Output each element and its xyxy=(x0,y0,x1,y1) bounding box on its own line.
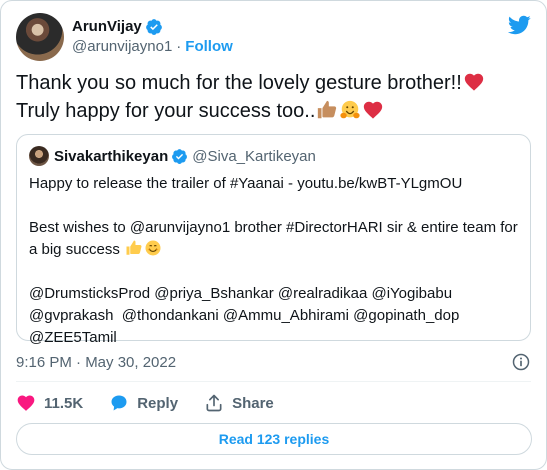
quoted-tweet[interactable]: Sivakarthikeyan @Siva_Kartikeyan Happy t… xyxy=(16,134,531,346)
tweet-line-1-text: Thank you so much for the lovely gesture… xyxy=(16,72,462,94)
quoted-spacer-2 xyxy=(29,261,518,283)
quoted-para-2-line-2-text: a big success xyxy=(29,241,120,258)
heart-icon xyxy=(17,395,35,411)
tweet-line-2: Truly happy for your success too.. xyxy=(16,97,531,125)
quoted-para-2-line-2: a big success xyxy=(29,239,518,261)
follow-button[interactable]: Follow xyxy=(185,37,233,57)
tweet-line-1: Thank you so much for the lovely gesture… xyxy=(16,69,531,97)
quoted-header: Sivakarthikeyan @Siva_Kartikeyan xyxy=(29,145,518,167)
share-label: Share xyxy=(232,394,274,412)
red-heart-icon xyxy=(464,73,483,91)
share-icon xyxy=(206,394,222,412)
separator-dot: · xyxy=(176,38,182,55)
tweet-header: ArunVijay @arunvijayno1 · Follow xyxy=(16,13,531,61)
author-info: ArunVijay @arunvijayno1 · Follow xyxy=(72,17,233,57)
quoted-para-3-line-1: @DrumsticksProd @priya_Bshankar @realrad… xyxy=(29,285,453,302)
quoted-para-2-line-1: Best wishes to @arunvijayno1 brother #Di… xyxy=(29,219,518,236)
author-handle-row: @arunvijayno1 · Follow xyxy=(72,37,233,57)
verified-badge-icon xyxy=(145,19,162,35)
quoted-verified-badge-icon xyxy=(172,148,188,164)
quoted-spacer-1 xyxy=(29,195,518,217)
read-replies-button[interactable]: Read 123 replies xyxy=(16,423,532,455)
author-handle[interactable]: @arunvijayno1 xyxy=(72,37,172,57)
smiling-face-icon xyxy=(145,240,161,256)
quoted-para-3-line-3: @ZEE5Tamil xyxy=(29,329,117,346)
quoted-handle: @Siva_Kartikeyan xyxy=(192,147,316,165)
twitter-bird-icon[interactable] xyxy=(507,13,531,37)
reply-bubble-icon xyxy=(111,395,127,411)
quoted-name: Sivakarthikeyan xyxy=(54,147,169,165)
quoted-body: Happy to release the trailer of #Yaanai … xyxy=(29,173,518,349)
tweet-line-2-text: Truly happy for your success too.. xyxy=(16,100,316,122)
divider xyxy=(16,381,531,382)
share-button[interactable]: Share xyxy=(204,393,274,413)
quoted-para-3-line-2: @gvprakash @thondankani @Ammu_Abhirami @… xyxy=(29,307,460,324)
thumbs-up-yellow-icon xyxy=(126,240,142,255)
author-name[interactable]: ArunVijay xyxy=(72,17,142,37)
timestamp[interactable]: 9:16 PM · May 30, 2022 xyxy=(16,354,176,371)
reply-label: Reply xyxy=(137,394,179,412)
thumbs-up-icon xyxy=(318,100,337,119)
like-button[interactable]: 11.5K xyxy=(16,393,83,413)
action-bar: 11.5K Reply Share xyxy=(16,391,300,415)
hugging-face-icon xyxy=(340,100,361,119)
reply-button[interactable]: Reply xyxy=(109,393,178,413)
info-icon[interactable] xyxy=(511,352,531,372)
tweet-card: ArunVijay @arunvijayno1 · Follow Thank y… xyxy=(0,0,547,470)
author-avatar[interactable] xyxy=(16,13,64,61)
like-count: 11.5K xyxy=(44,394,84,412)
tweet-meta: 9:16 PM · May 30, 2022 xyxy=(16,351,531,373)
quoted-avatar xyxy=(29,146,49,166)
red-heart-icon-2 xyxy=(364,101,383,119)
tweet-text: Thank you so much for the lovely gesture… xyxy=(16,69,531,125)
quoted-para-1: Happy to release the trailer of #Yaanai … xyxy=(29,175,463,192)
author-name-row: ArunVijay xyxy=(72,17,233,37)
